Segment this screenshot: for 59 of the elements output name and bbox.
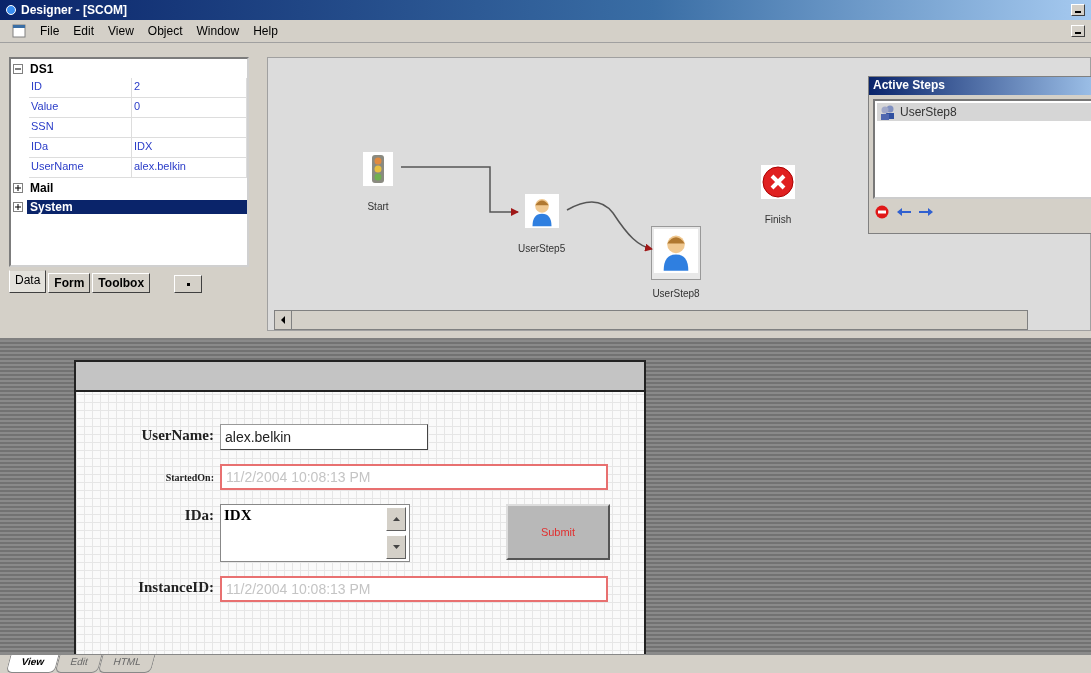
up-arrow-icon <box>392 517 400 521</box>
input-field[interactable]: alex.belkin <box>220 424 428 450</box>
right-arrow-icon[interactable] <box>919 207 933 217</box>
minimize-icon <box>1075 32 1081 34</box>
panel-tab[interactable]: Form <box>48 273 91 293</box>
panel-tab[interactable]: Data <box>9 270 47 293</box>
property-name: IDa <box>29 138 132 158</box>
step-label: UserStep5 <box>518 243 566 254</box>
scroll-down-button[interactable] <box>386 535 406 559</box>
step-label: Start <box>367 201 389 212</box>
person-icon <box>524 194 559 228</box>
person-icon <box>654 229 698 273</box>
minimize-icon <box>1075 11 1081 13</box>
step-list-item[interactable]: UserStep8 <box>877 103 1091 121</box>
panel-title: Active Steps <box>869 77 1091 95</box>
step-label: Finish <box>764 214 792 225</box>
collapse-icon[interactable] <box>13 63 23 74</box>
panel-tab[interactable]: Toolbox <box>92 273 151 293</box>
stop-icon[interactable] <box>875 205 889 219</box>
property-value: 2 <box>132 78 247 98</box>
field-label: UserName: <box>141 426 214 444</box>
minimize-button[interactable] <box>1071 25 1085 37</box>
field-label: IDa: <box>184 506 214 524</box>
field-label: StartedOn: <box>165 471 214 483</box>
horizontal-scrollbar[interactable] <box>274 310 1028 330</box>
users-icon <box>880 104 896 120</box>
property-name: Value <box>29 98 132 118</box>
menu-item[interactable]: Edit <box>73 23 95 39</box>
error-icon <box>761 165 795 199</box>
menu-item[interactable]: View <box>108 23 134 39</box>
scroll-up-button[interactable] <box>386 507 406 531</box>
property-value: IDX <box>132 138 247 158</box>
tree-node[interactable]: Mail <box>27 180 247 195</box>
property-name: UserName <box>29 158 132 178</box>
menu-item[interactable]: Window <box>196 23 240 39</box>
tree-node[interactable]: System <box>27 199 247 214</box>
tree-node[interactable]: DS1 <box>27 61 247 76</box>
expand-icon[interactable] <box>13 201 23 212</box>
expand-icon[interactable] <box>13 182 23 193</box>
property-name: SSN <box>29 118 132 138</box>
panel-button[interactable] <box>174 275 203 293</box>
document-icon <box>12 24 26 38</box>
property-value: 0 <box>132 98 247 118</box>
traffic-light-icon <box>363 152 393 186</box>
menu-item[interactable]: Help <box>253 23 278 39</box>
step-node[interactable] <box>651 226 701 280</box>
property-value: alex.belkin <box>132 158 247 178</box>
property-name: ID <box>29 78 132 98</box>
down-arrow-icon <box>392 545 400 549</box>
app-icon <box>6 5 16 15</box>
menu-item[interactable]: File <box>40 23 60 39</box>
left-arrow-icon[interactable] <box>897 207 911 217</box>
step-label: UserStep8 <box>652 288 700 299</box>
menu-item[interactable]: Object <box>147 23 183 39</box>
minimize-button[interactable] <box>1071 4 1085 16</box>
field-label: InstanceID: <box>138 578 214 596</box>
window-title: Designer - [SCOM] <box>21 3 128 17</box>
left-arrow-icon <box>280 316 286 324</box>
text-area[interactable]: IDX <box>220 504 410 562</box>
